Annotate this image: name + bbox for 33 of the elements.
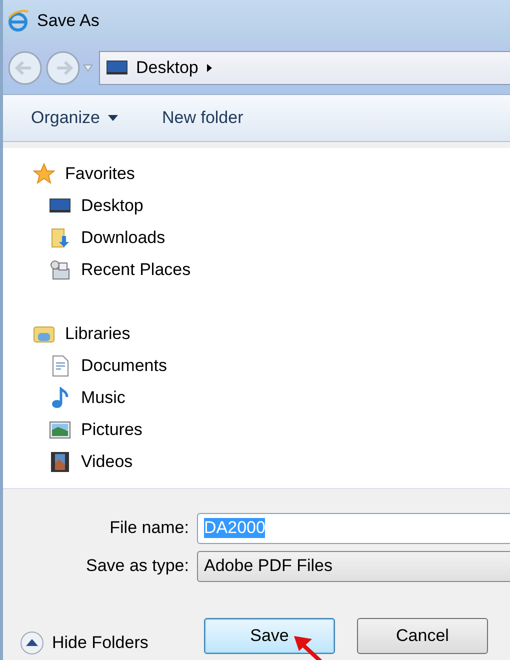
music-note-icon bbox=[49, 387, 71, 409]
recent-places-icon bbox=[49, 259, 71, 281]
sidebar-item[interactable]: Desktop bbox=[33, 190, 510, 222]
sidebar-group[interactable]: Libraries bbox=[33, 318, 510, 350]
folder-download-icon bbox=[49, 227, 71, 249]
field-label: File name: bbox=[108, 518, 190, 538]
hide-folders-button[interactable]: Hide Folders bbox=[20, 631, 204, 655]
sidebar-item[interactable]: Downloads bbox=[33, 222, 510, 254]
sidebar-item[interactable]: Music bbox=[33, 382, 510, 414]
forward-button[interactable] bbox=[45, 50, 81, 86]
film-icon bbox=[49, 451, 71, 473]
sidebar-item[interactable]: Pictures bbox=[33, 414, 510, 446]
organize-menu[interactable]: Organize bbox=[31, 108, 118, 128]
picture-icon bbox=[49, 419, 71, 441]
field-label: Save as type: bbox=[84, 556, 190, 576]
address-bar[interactable]: Desktop bbox=[99, 51, 510, 85]
breadcrumb[interactable]: Desktop bbox=[136, 58, 198, 78]
star-icon bbox=[33, 163, 55, 185]
caret-icon bbox=[108, 115, 118, 121]
dropdown-caret-icon[interactable] bbox=[83, 64, 93, 72]
sidebar-item[interactable]: Recent Places bbox=[33, 254, 510, 286]
new-folder-button[interactable]: New folder bbox=[162, 108, 244, 128]
back-button[interactable] bbox=[7, 50, 43, 86]
sidebar-item[interactable]: Videos bbox=[33, 446, 510, 478]
browser-logo-icon bbox=[7, 10, 29, 32]
chevron-right-icon[interactable] bbox=[206, 63, 214, 73]
file-type-dropdown[interactable]: Adobe PDF Files bbox=[197, 550, 510, 582]
cancel-button[interactable]: Cancel bbox=[357, 618, 488, 654]
collapse-icon bbox=[20, 631, 44, 655]
window-title: Save As bbox=[37, 11, 100, 31]
sidebar-item[interactable]: Documents bbox=[33, 350, 510, 382]
save-button[interactable]: Save bbox=[204, 618, 335, 654]
sidebar-group[interactable]: Favorites bbox=[33, 158, 510, 190]
